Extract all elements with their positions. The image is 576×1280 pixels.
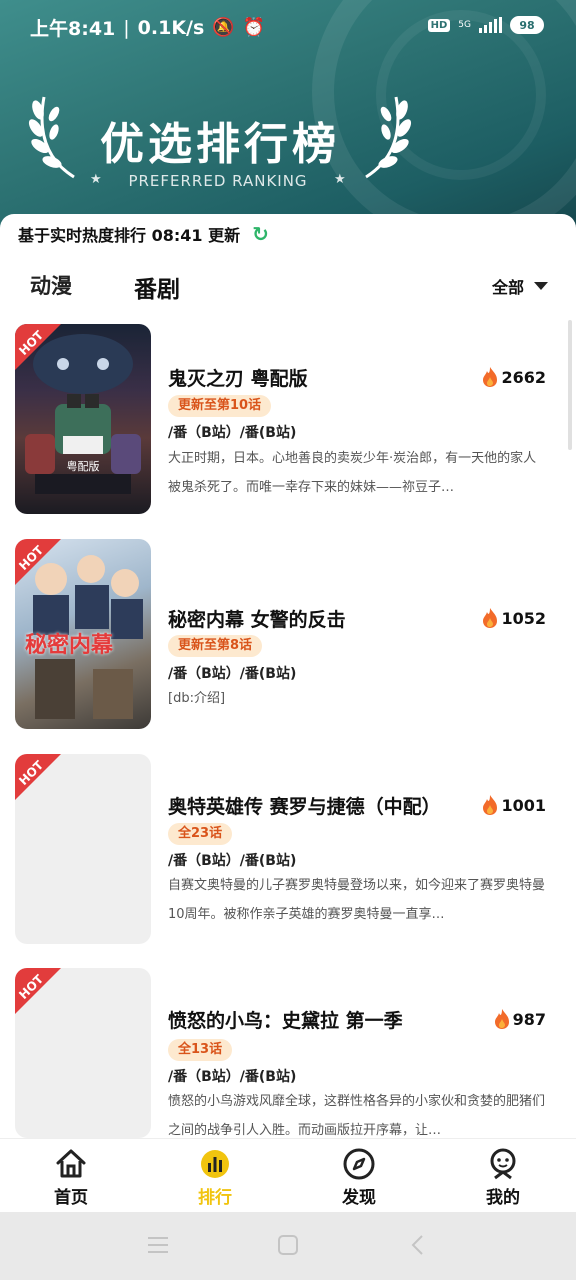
item-source: /番（B站）/番(B站) [168,853,297,869]
system-navigation-bar [0,1212,576,1280]
hd-icon: HD [427,18,451,32]
heat-value: 1001 [501,795,546,815]
heat-value: 987 [512,1009,546,1029]
menu-icon[interactable] [146,1234,170,1256]
tab-anime[interactable]: 动漫 [30,270,72,300]
filter-label: 全部 [491,278,524,297]
alarm-icon: ⏰ [242,17,266,38]
nav-profile[interactable]: 我的 [458,1147,548,1208]
poster-caption: 粤配版 [66,460,100,473]
item-description: [db:介绍] [168,691,226,706]
update-info: 基于实时热度排行 08:41 更新 ↻ [0,214,576,254]
star-icon: ★ [334,172,346,187]
poster-image: 秘密内幕 HOT [15,539,151,729]
fire-icon [494,1009,509,1029]
bottom-navigation: 首页 排行 发现 我的 [0,1138,576,1212]
item-source: /番（B站）/番(B站) [168,666,297,682]
fire-icon [483,367,498,387]
heat-count: 987 [493,1008,546,1030]
page-title: 优选排行榜 [100,119,340,170]
nav-discover[interactable]: 发现 [314,1147,404,1208]
item-title[interactable]: 鬼灭之刃 粤配版 [168,364,308,391]
nav-ranking-label: 排行 [198,1188,232,1208]
home-icon [56,1149,86,1178]
item-description: 大正时期，日本。心地善良的卖炭少年·炭治郎，有一天他的家人被鬼杀死了。而唯一幸存… [168,451,537,495]
episode-badge: 全13话 [168,1039,233,1061]
category-tabs: 动漫 番剧 全部 [0,262,576,308]
nav-home[interactable]: 首页 [26,1147,116,1208]
network-label: 5G [458,19,471,30]
poster-placeholder: HOT [15,968,151,1138]
nav-discover-label: 发现 [342,1188,376,1208]
list-item[interactable]: HOT 奥特英雄传 赛罗与捷德（中配） 1001 全23话 /番（B站）/番(B… [0,754,576,946]
nav-profile-label: 我的 [486,1188,520,1208]
profile-icon [490,1148,516,1180]
status-speed: 0.1K/s [137,16,205,39]
heat-value: 1052 [501,608,546,628]
page-subtitle: PREFERRED RANKING [128,172,308,190]
item-description: 愤怒的小鸟游戏风靡全球，这群性格各异的小家伙和贪婪的肥猪们之间的战争引人入胜。而… [168,1094,546,1137]
item-source: /番（B站）/番(B站) [168,1069,297,1085]
item-title[interactable]: 奥特英雄传 赛罗与捷德（中配） [168,792,441,819]
laurel-left-icon [28,96,75,179]
fire-icon [483,608,498,628]
compass-icon [343,1148,375,1180]
status-separator: | [123,16,130,39]
refresh-icon[interactable]: ↻ [252,222,269,246]
home-button-icon[interactable] [277,1234,299,1256]
ranking-header: 上午8:41 | 0.1K/s 🔕 ⏰ HD 5G 98 优选排行榜 ★ PRE… [0,0,576,240]
episode-badge: 全23话 [168,823,233,845]
filter-dropdown[interactable]: 全部 [492,274,548,298]
heat-count: 1001 [481,794,546,816]
fire-icon [483,795,498,815]
battery-icon: 98 [510,16,544,34]
back-icon[interactable] [408,1234,428,1256]
item-title[interactable]: 愤怒的小鸟：史黛拉 第一季 [168,1006,403,1033]
list-item[interactable]: 粤配版 HOT 鬼灭之刃 粤配版 2662 更新至第10话 /番（B站）/番(B… [0,324,576,516]
heat-count: 2662 [481,366,546,388]
status-bar: 上午8:41 | 0.1K/s 🔕 ⏰ HD 5G 98 [0,0,576,56]
heat-count: 1052 [481,607,546,629]
item-title[interactable]: 秘密内幕 女警的反击 [168,605,346,632]
poster-image: 粤配版 HOT [15,324,151,514]
item-description: 自赛文奥特曼的儿子赛罗奥特曼登场以来，如今迎来了赛罗奥特曼10周年。被称作亲子英… [168,878,546,922]
list-item[interactable]: HOT 愤怒的小鸟：史黛拉 第一季 987 全13话 /番（B站）/番(B站) … [0,968,576,1160]
signal-icon [479,17,502,33]
status-time: 上午8:41 [30,18,116,40]
episode-badge: 更新至第10话 [168,395,272,417]
ranking-icon [201,1150,229,1178]
poster-placeholder: HOT [15,754,151,944]
battery-level: 98 [519,18,535,32]
update-info-text: 基于实时热度排行 08:41 更新 [18,226,241,245]
list-item[interactable]: 秘密内幕 HOT 秘密内幕 女警的反击 1052 更新至第8话 /番（B站）/番… [0,539,576,731]
heat-value: 2662 [501,367,546,387]
item-source: /番（B站）/番(B站) [168,425,297,441]
mute-icon: 🔕 [212,17,235,38]
caret-down-icon [534,282,548,290]
laurel-right-icon [365,96,412,179]
tab-series[interactable]: 番剧 [134,270,180,304]
poster-caption: 秘密内幕 [25,633,114,658]
episode-badge: 更新至第8话 [168,635,263,657]
nav-home-label: 首页 [54,1188,88,1208]
nav-ranking[interactable]: 排行 [170,1147,260,1208]
